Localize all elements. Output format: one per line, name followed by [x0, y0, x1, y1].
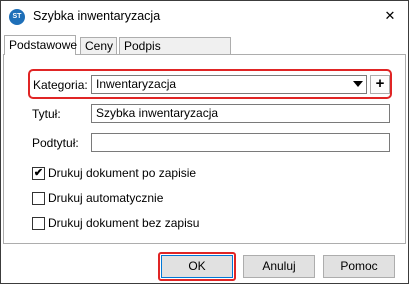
- checkbox-box[interactable]: [32, 217, 45, 230]
- tab-strip: Podstawowe Ceny Podpis elektroniczny: [1, 35, 408, 70]
- app-icon: ST: [9, 9, 25, 25]
- title-label: Tytuł:: [32, 107, 61, 121]
- category-label: Kategoria:: [33, 78, 88, 92]
- checkbox-label[interactable]: Drukuj dokument po zapisie: [48, 166, 196, 180]
- dialog-window: ST Szybka inwentaryzacja ✕ Podstawowe Ce…: [0, 0, 409, 284]
- close-icon[interactable]: ✕: [380, 6, 400, 26]
- checkbox-box[interactable]: [32, 192, 45, 205]
- category-value: Inwentaryzacja: [96, 77, 177, 91]
- ok-button[interactable]: OK: [161, 255, 233, 278]
- title-input[interactable]: Szybka inwentaryzacja: [91, 104, 390, 123]
- window-title: Szybka inwentaryzacja: [33, 9, 161, 23]
- checkbox-box[interactable]: ✔: [32, 167, 45, 180]
- add-category-button[interactable]: +: [370, 75, 390, 94]
- checkbox-label[interactable]: Drukuj automatycznie: [48, 191, 163, 205]
- tab-podstawowe[interactable]: Podstawowe: [4, 35, 77, 55]
- tab-ceny[interactable]: Ceny: [80, 37, 117, 54]
- category-select[interactable]: Inwentaryzacja: [91, 75, 367, 94]
- checkbox-label[interactable]: Drukuj dokument bez zapisu: [48, 216, 199, 230]
- chevron-down-icon[interactable]: [353, 81, 363, 87]
- subtitle-label: Podtytuł:: [32, 136, 79, 150]
- cancel-button[interactable]: Anuluj: [243, 255, 315, 278]
- title-bar: ST Szybka inwentaryzacja ✕: [1, 1, 408, 32]
- help-button[interactable]: Pomoc: [323, 255, 395, 278]
- subtitle-input[interactable]: [91, 133, 390, 152]
- tab-podpis-elektroniczny[interactable]: Podpis elektroniczny: [119, 37, 231, 70]
